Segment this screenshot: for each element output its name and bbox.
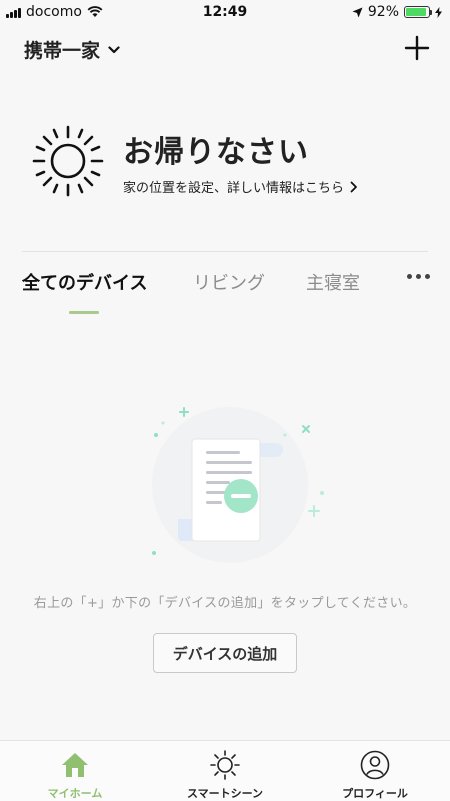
chevron-down-icon — [108, 45, 120, 53]
tab-profile-label: プロフィール — [342, 787, 408, 800]
tab-living-room[interactable]: リビング — [193, 269, 265, 295]
chevron-right-icon — [350, 181, 357, 192]
divider — [22, 251, 428, 252]
tab-smart-scene-label: スマートシーン — [186, 787, 264, 800]
home-location-link[interactable]: 家の位置を設定、詳しい情報はこちら — [123, 177, 358, 196]
charging-bolt-icon — [435, 6, 442, 18]
home-name: 携帯一家 — [24, 40, 101, 62]
tab-profile[interactable]: プロフィール — [300, 741, 450, 801]
tab-smart-scene[interactable]: スマートシーン — [150, 741, 300, 801]
battery-fill — [406, 8, 427, 16]
add-device-button[interactable]: デバイスの追加 — [153, 633, 297, 673]
user-icon — [360, 750, 390, 780]
tab-my-home[interactable]: マイホーム — [0, 741, 150, 801]
bottom-tab-bar: マイホーム スマートシーン プロフィール — [0, 740, 450, 801]
active-tab-indicator — [69, 311, 99, 314]
home-location-link-label: 家の位置を設定、詳しい情報はこちら — [123, 181, 345, 196]
room-tabs: 全てのデバイス リビング 主寝室 — [0, 266, 450, 316]
sun-icon — [32, 125, 104, 197]
sun-icon — [210, 750, 240, 780]
tab-master-bedroom[interactable]: 主寝室 — [306, 269, 360, 295]
plus-icon[interactable] — [404, 35, 430, 61]
status-right: 92% — [352, 4, 442, 20]
welcome-section: お帰りなさい 家の位置を設定、詳しい情報はこちら — [30, 123, 430, 203]
status-bar: docomo 12:49 92% — [0, 0, 450, 26]
home-icon — [62, 753, 88, 777]
header: 携帯一家 — [0, 30, 450, 70]
location-arrow-icon — [352, 7, 363, 17]
empty-state-hint: 右上の「+」か下の「デバイスの追加」をタップしてください。 — [33, 596, 417, 611]
tab-all-devices[interactable]: 全てのデバイス — [22, 269, 147, 295]
welcome-title: お帰りなさい — [123, 135, 309, 170]
battery-percent: 92% — [367, 4, 399, 20]
empty-state-illustration — [152, 407, 324, 563]
more-options-icon[interactable] — [407, 274, 430, 279]
battery-icon — [404, 6, 432, 18]
home-selector[interactable]: 携帯一家 — [24, 36, 120, 63]
tab-my-home-label: マイホーム — [47, 787, 103, 800]
